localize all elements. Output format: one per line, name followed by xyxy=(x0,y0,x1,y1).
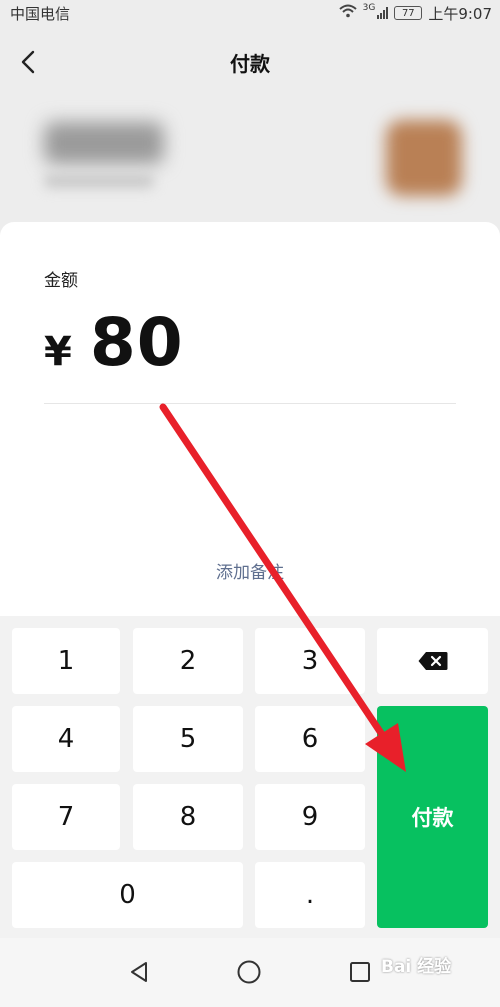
add-remark-link[interactable]: 添加备注 xyxy=(0,558,500,583)
clock: 上午9:07 xyxy=(428,4,492,23)
recents-square-icon[interactable] xyxy=(344,956,376,988)
key-3[interactable]: 3 xyxy=(255,628,365,694)
status-icons: 3G 77 上午9:07 xyxy=(338,2,492,24)
key-2[interactable]: 2 xyxy=(133,628,243,694)
payee-name-blurred xyxy=(44,122,164,164)
battery-level: 77 xyxy=(401,7,415,19)
pay-button[interactable]: 付款 xyxy=(377,706,488,928)
key-1[interactable]: 1 xyxy=(12,628,120,694)
backspace-icon xyxy=(418,651,448,671)
amount-value: 80 xyxy=(89,304,184,381)
page-title: 付款 xyxy=(230,51,270,76)
key-4[interactable]: 4 xyxy=(12,706,120,772)
amount-label: 金额 xyxy=(44,271,78,291)
wifi-icon xyxy=(338,4,357,22)
battery-icon: 77 xyxy=(394,6,423,20)
key-6[interactable]: 6 xyxy=(255,706,365,772)
currency-symbol: ¥ xyxy=(44,329,72,375)
key-9[interactable]: 9 xyxy=(255,784,365,850)
signal-icon xyxy=(377,7,389,19)
backspace-key[interactable] xyxy=(377,628,488,694)
payee-info xyxy=(0,100,500,220)
divider xyxy=(44,403,456,404)
amount-card: 金额 ¥ 80 添加备注 xyxy=(0,222,500,616)
home-circle-icon[interactable] xyxy=(233,956,265,988)
back-triangle-icon[interactable] xyxy=(123,956,155,988)
payee-sub-blurred xyxy=(44,174,154,188)
chevron-left-icon[interactable] xyxy=(14,48,42,76)
key-dot[interactable]: . xyxy=(255,862,365,928)
key-7[interactable]: 7 xyxy=(12,784,120,850)
title-bar: 付款 xyxy=(0,34,500,90)
watermark: Bai 经验 xyxy=(381,957,452,977)
carrier-label: 中国电信 xyxy=(10,4,71,23)
network-type: 3G xyxy=(362,2,376,13)
key-8[interactable]: 8 xyxy=(133,784,243,850)
avatar xyxy=(386,120,462,196)
numeric-keypad: 1 2 3 4 5 6 7 8 9 0 . 付款 xyxy=(0,616,500,938)
key-5[interactable]: 5 xyxy=(133,706,243,772)
status-bar: 中国电信 3G 77 上午9:07 xyxy=(0,0,500,26)
key-0[interactable]: 0 xyxy=(12,862,243,928)
amount-input[interactable]: ¥ 80 xyxy=(44,304,184,381)
